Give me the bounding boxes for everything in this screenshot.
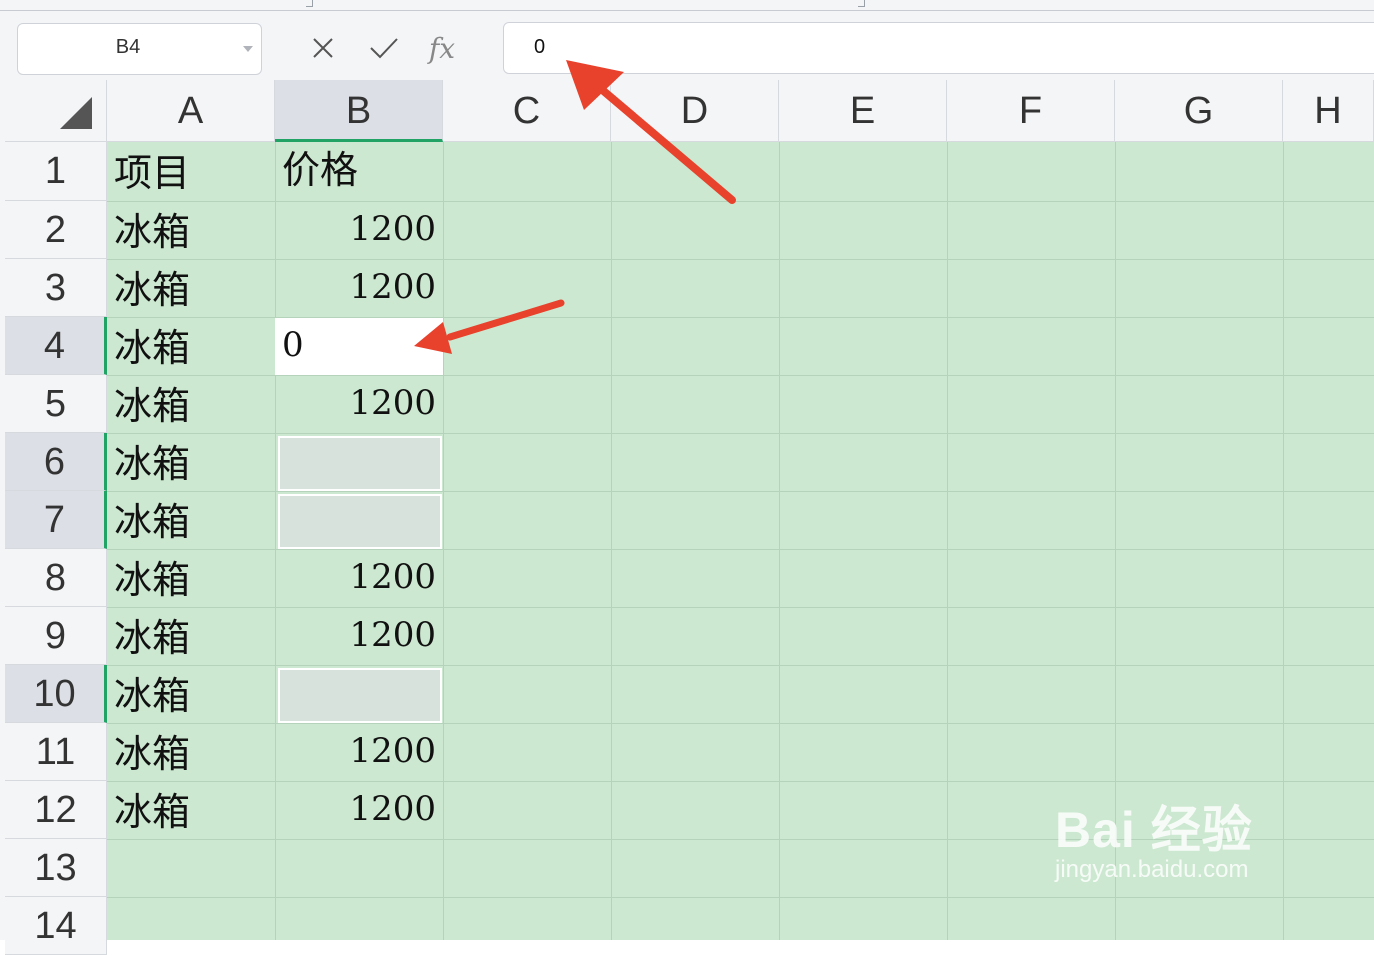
baidu-watermark: Bai 经验 jingyan.baidu.com [1055,790,1253,884]
arrow-to-formula-bar [566,60,736,204]
watermark-url: jingyan.baidu.com [1055,856,1249,883]
watermark-brand: Bai 经验 [1055,802,1253,858]
arrow-to-cell-b4 [414,299,565,354]
